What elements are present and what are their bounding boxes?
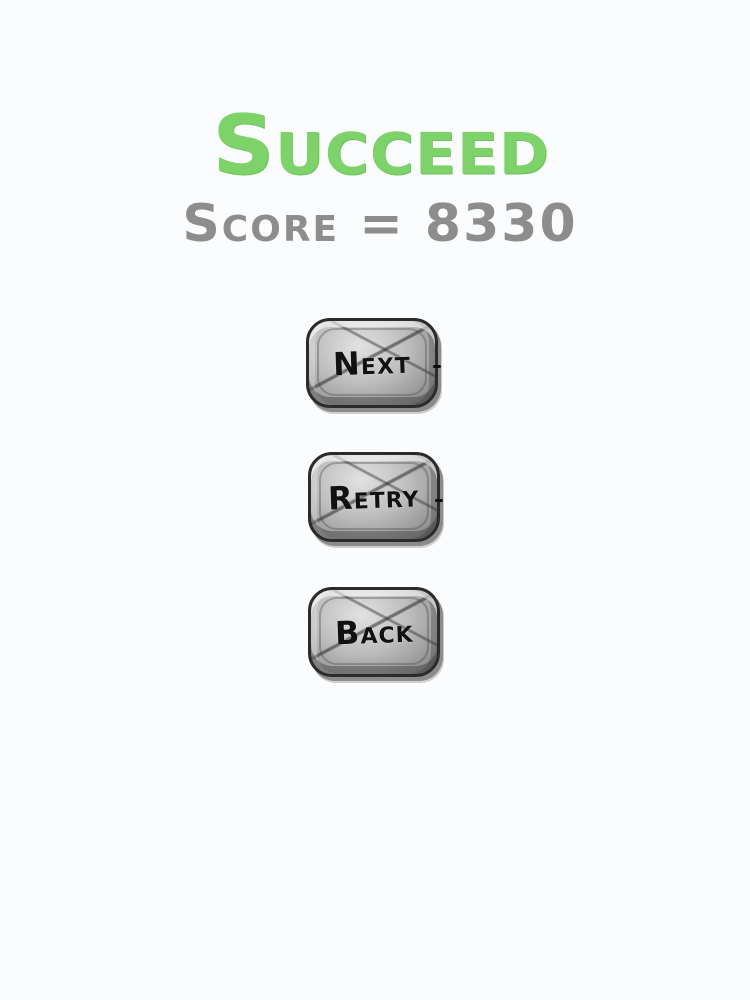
- next-button[interactable]: Next: [306, 318, 441, 408]
- back-button-label: Back: [334, 611, 414, 653]
- retry-button-label: Retry: [327, 476, 421, 518]
- button-crack-mark: [435, 499, 443, 502]
- score-value: 8330: [424, 194, 578, 254]
- result-header: Succeed Score = 8330: [0, 96, 750, 256]
- score-display: Score = 8330: [10, 192, 750, 256]
- retry-button[interactable]: Retry: [308, 452, 443, 542]
- score-label: Score =: [182, 194, 425, 254]
- next-button-label: Next: [332, 342, 412, 384]
- button-crack-mark: [433, 365, 441, 368]
- result-title: Succeed: [212, 98, 550, 194]
- back-button[interactable]: Back: [308, 587, 440, 677]
